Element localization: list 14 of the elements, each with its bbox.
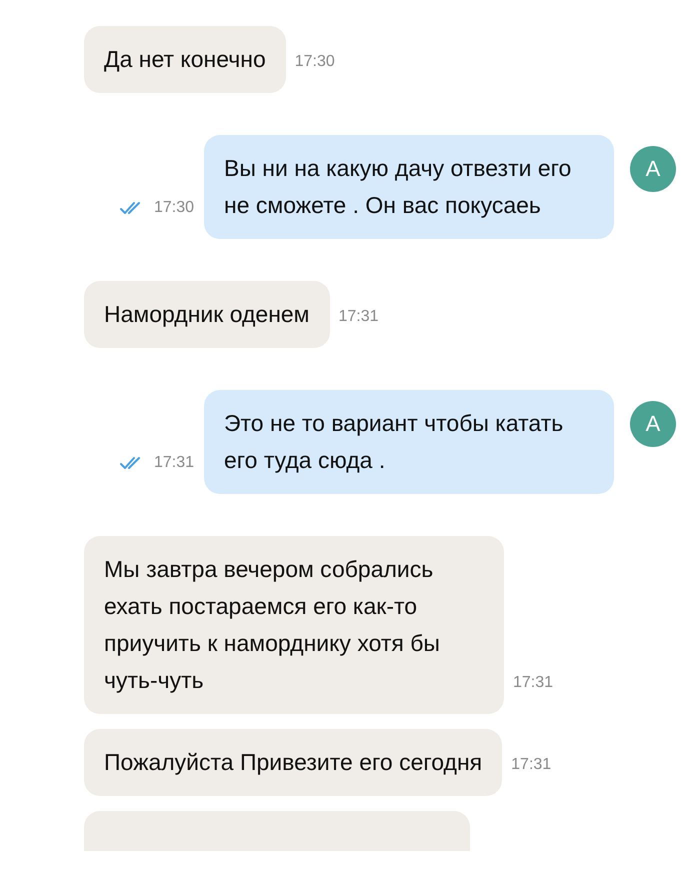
avatar[interactable]: А — [630, 401, 676, 447]
message-time: 17:31 — [338, 308, 379, 326]
message-time: 17:30 — [294, 53, 335, 71]
message-time: 17:31 — [511, 756, 552, 774]
message-bubble: Намордник оденем — [84, 281, 330, 348]
message-bubble: Мы завтра вечером собрались ехать постараемся его как-то приучить к наморднику хотя бы чуть-чуть — [84, 536, 504, 714]
message-bubble: Да нет конечно — [84, 26, 286, 93]
message-bubble: Это не то вариант чтобы катать его туда сюда . — [204, 390, 614, 494]
message-time: 17:31 — [154, 454, 194, 472]
message-bubble: Вы ни на какую дачу отвезти его не сможете . Он вас покусаеь — [204, 135, 614, 239]
avatar[interactable]: А — [630, 146, 676, 192]
message-bubble: Пожалуйста Привезите его сегодня — [84, 729, 502, 796]
message-time: 17:30 — [154, 199, 194, 217]
message-time: 17:31 — [513, 674, 554, 692]
